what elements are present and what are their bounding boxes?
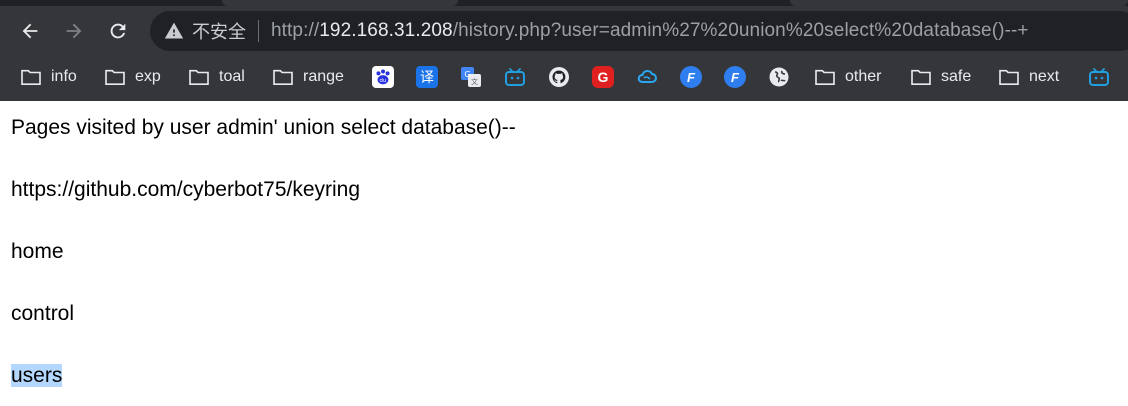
selected-text: users: [11, 364, 63, 387]
reload-button[interactable]: [102, 15, 134, 47]
security-label[interactable]: 不安全: [192, 18, 246, 44]
url-prefix: http://: [271, 20, 320, 41]
bookmark-baidu[interactable]: du: [372, 63, 394, 91]
f-blue-icon-2: F: [724, 66, 746, 88]
bookmark-folder-toal[interactable]: toal: [188, 63, 245, 91]
bookmark-f-blue[interactable]: F: [680, 63, 702, 91]
back-button[interactable]: [14, 15, 46, 47]
arrow-right-icon: [66, 23, 82, 39]
folder-icon: [21, 69, 41, 86]
history-item: control: [11, 302, 75, 325]
folder-icon: [815, 69, 835, 86]
svg-text:du: du: [380, 78, 387, 84]
reload-icon: [110, 23, 126, 39]
forward-button[interactable]: [58, 15, 90, 47]
bilibili-icon: [504, 66, 526, 88]
folder-icon: [273, 69, 293, 86]
f-blue-icon: F: [680, 66, 702, 88]
globe-icon: [768, 66, 790, 88]
folder-icon: [189, 69, 209, 86]
bookmark-label: exp: [135, 68, 161, 85]
address-bar[interactable]: 不安全 http://192.168.31.208/history.php?us…: [150, 11, 1128, 51]
bookmark-f-blue-2[interactable]: F: [724, 63, 746, 91]
bookmark-label: safe: [941, 68, 972, 85]
bookmark-label: other: [845, 68, 882, 85]
baidu-icon: du: [372, 66, 394, 88]
bookmark-bilibili[interactable]: [504, 63, 526, 91]
bookmark-folder-info[interactable]: info: [20, 63, 77, 91]
translate-icon: 译: [416, 66, 438, 88]
arrow-left-icon: [22, 23, 38, 39]
bookmark-g-red[interactable]: G: [592, 63, 614, 91]
history-item-selected: users: [11, 364, 63, 388]
browser-chrome: 不安全 http://192.168.31.208/history.php?us…: [0, 0, 1128, 101]
bookmark-folder-exp[interactable]: exp: [104, 63, 161, 91]
bookmark-label: info: [51, 68, 77, 85]
history-item: https://github.com/cyberbot75/keyring: [11, 178, 361, 201]
bookmark-label: next: [1029, 68, 1060, 85]
bilibili-icon-2: [1088, 66, 1110, 88]
google-translate-icon: G文: [460, 66, 482, 88]
svg-text:G: G: [464, 70, 470, 79]
bookmark-folder-next[interactable]: next: [998, 63, 1059, 91]
bookmark-label: range: [303, 68, 344, 85]
folder-icon: [911, 69, 931, 86]
toolbar: 不安全 http://192.168.31.208/history.php?us…: [0, 6, 1128, 56]
bookmark-google-translate[interactable]: G文: [460, 63, 482, 91]
url-text[interactable]: http://192.168.31.208/history.php?user=a…: [271, 20, 1029, 42]
g-red-icon: G: [592, 66, 614, 88]
folder-icon: [105, 69, 125, 86]
divider: [258, 20, 259, 42]
cloud-icon: [636, 66, 658, 88]
bookmark-folder-other[interactable]: other: [814, 63, 881, 91]
bookmark-translate[interactable]: 译: [416, 63, 438, 91]
bookmarks-bar: info exp toal range du 译 G文 G F F other …: [0, 56, 1128, 98]
page-content: Pages visited by user admin' union selec…: [0, 101, 1128, 406]
warning-icon[interactable]: [164, 21, 184, 41]
bookmark-label: toal: [219, 68, 245, 85]
bookmark-folder-safe[interactable]: safe: [910, 63, 971, 91]
bookmark-bilibili-2[interactable]: [1088, 63, 1110, 91]
folder-icon: [999, 69, 1019, 86]
github-icon: [548, 66, 570, 88]
svg-text:文: 文: [471, 77, 478, 86]
page-heading: Pages visited by user admin' union selec…: [11, 116, 516, 139]
url-path: /history.php?user=admin%27%20union%20sel…: [452, 20, 1029, 41]
url-host: 192.168.31.208: [319, 20, 453, 41]
bookmark-folder-range[interactable]: range: [272, 63, 344, 91]
bookmark-cloud[interactable]: [636, 63, 658, 91]
bookmark-globe[interactable]: [768, 63, 790, 91]
history-item: home: [11, 240, 64, 263]
bookmark-github[interactable]: [548, 63, 570, 91]
